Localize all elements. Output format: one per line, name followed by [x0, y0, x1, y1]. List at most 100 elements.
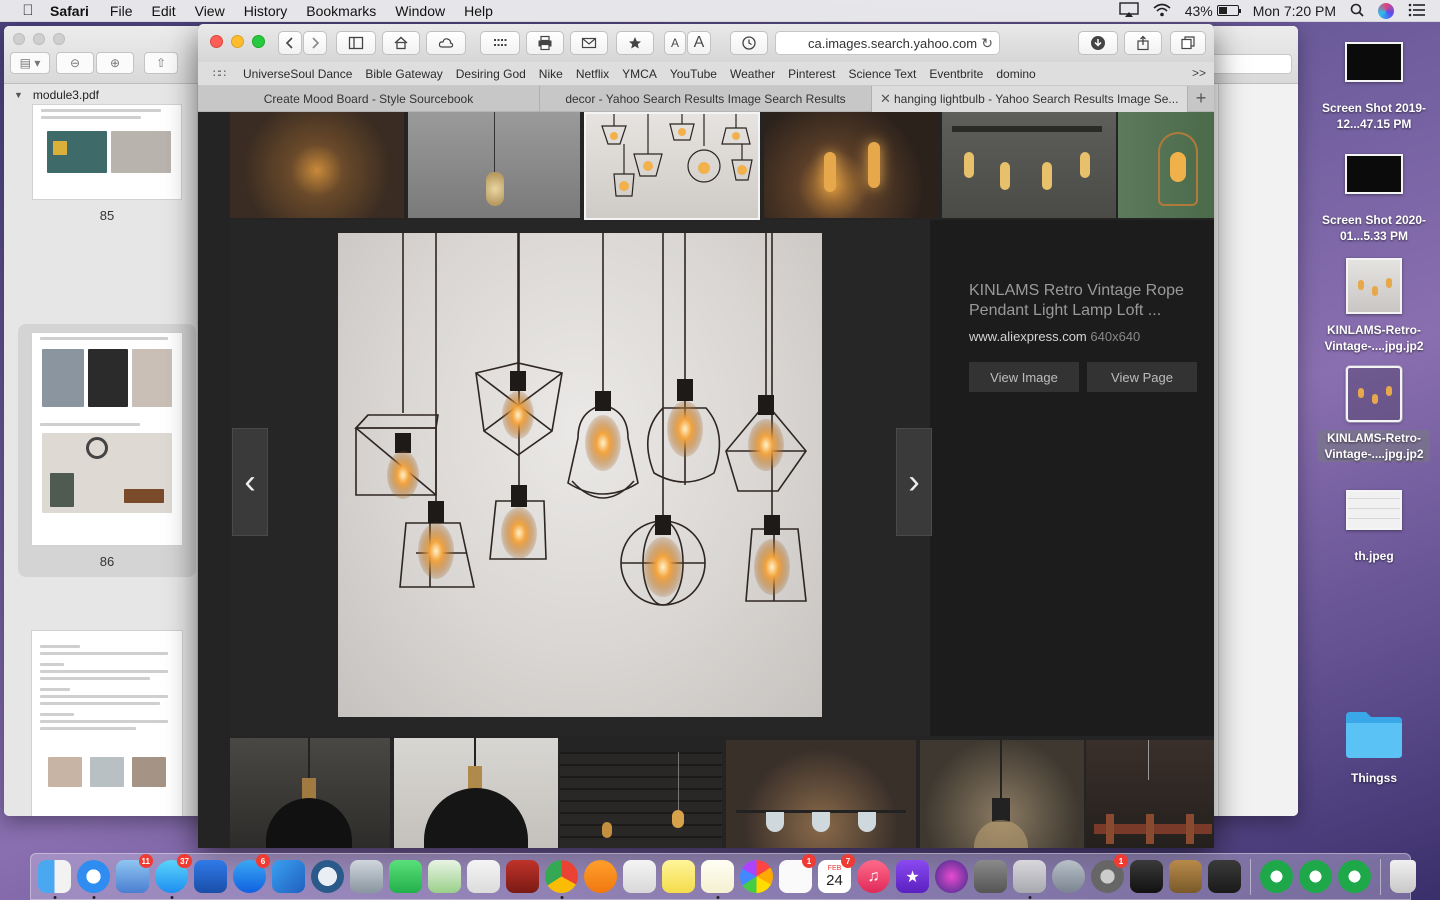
result-thumbnail[interactable] — [230, 738, 390, 848]
preview-close-button[interactable] — [13, 33, 25, 45]
airplay-icon[interactable] — [1119, 1, 1139, 21]
favorites-grid-icon[interactable]: ∷∷ — [213, 67, 229, 80]
contacts-icon[interactable] — [1169, 860, 1202, 893]
favorite-link[interactable]: Desiring God — [456, 67, 526, 81]
zoom-in-button[interactable]: ⊕ — [96, 52, 134, 74]
result-thumbnail[interactable] — [920, 740, 1084, 848]
top-sites-button[interactable] — [480, 31, 520, 55]
favorite-link[interactable]: Weather — [730, 67, 775, 81]
page-thumbnail-85[interactable]: 85 — [18, 104, 196, 223]
tab-overview-button[interactable] — [1170, 31, 1206, 55]
fullscreen-button[interactable] — [252, 35, 265, 48]
menu-file[interactable]: File — [110, 3, 133, 19]
menu-bookmarks[interactable]: Bookmarks — [306, 3, 376, 19]
favorite-link[interactable]: domino — [996, 67, 1035, 81]
chrome-icon[interactable] — [545, 860, 578, 899]
zoom-search-icon[interactable] — [1260, 860, 1293, 893]
pages-icon[interactable] — [623, 860, 656, 893]
reload-icon[interactable]: ↻ — [981, 35, 993, 52]
main-preview-image[interactable] — [338, 233, 822, 717]
document-title-row[interactable]: ▼ module3.pdf — [4, 84, 197, 106]
history-button[interactable] — [730, 31, 768, 55]
tab-mood-board[interactable]: Create Mood Board - Style Sourcebook — [198, 86, 540, 112]
print-button[interactable] — [526, 31, 564, 55]
menu-edit[interactable]: Edit — [151, 3, 175, 19]
result-thumbnail[interactable] — [394, 738, 558, 848]
desktop-file-screenshot-1[interactable]: Screen Shot 2019-12...47.15 PM — [1314, 42, 1434, 132]
safari-icon[interactable] — [77, 860, 110, 899]
preview-zoom-button[interactable] — [53, 33, 65, 45]
preview-search-field[interactable] — [1202, 54, 1292, 74]
mail-page-button[interactable] — [570, 31, 608, 55]
preview-minimize-button[interactable] — [33, 33, 45, 45]
image-title[interactable]: KINLAMS Retro Vintage Rope Pendant Light… — [969, 281, 1209, 321]
image-capture-icon[interactable] — [350, 860, 383, 893]
keynote-icon[interactable] — [194, 860, 227, 893]
new-tab-button[interactable]: + — [1188, 86, 1214, 111]
bookmark-star-button[interactable] — [616, 31, 654, 55]
music-icon[interactable]: ♫ — [857, 860, 890, 893]
source-site[interactable]: www.aliexpress.com — [969, 329, 1087, 344]
result-thumbnail[interactable] — [560, 752, 722, 848]
spotlight-icon[interactable] — [1350, 3, 1364, 20]
numbers-icon[interactable] — [467, 860, 500, 893]
desktop-file-kinlams-2[interactable]: KINLAMS-Retro-Vintage-....jpg.jp2 — [1314, 365, 1434, 462]
zoom-out-button[interactable]: ⊖ — [56, 52, 94, 74]
desktop-file-th-jpeg[interactable]: th.jpeg — [1314, 490, 1434, 564]
zoom-search-icon[interactable] — [1299, 860, 1332, 893]
page-thumbnail-86[interactable]: 86 — [18, 324, 196, 577]
notification-center-icon[interactable] — [1408, 3, 1426, 20]
menu-window[interactable]: Window — [395, 3, 445, 19]
disclosure-triangle-icon[interactable]: ▼ — [14, 90, 23, 100]
stickies-icon[interactable] — [662, 860, 695, 893]
clock[interactable]: Mon 7:20 PM — [1253, 3, 1336, 19]
close-tab-icon[interactable]: ✕ — [880, 91, 891, 107]
facetime-icon[interactable] — [389, 860, 422, 893]
result-thumbnail[interactable] — [764, 112, 938, 218]
next-image-button[interactable]: › — [896, 428, 932, 536]
imovie-icon[interactable]: ★ — [896, 860, 929, 893]
menu-history[interactable]: History — [244, 3, 288, 19]
view-image-button[interactable]: View Image — [969, 362, 1079, 392]
preview-share-button[interactable]: ⇧ — [144, 52, 178, 74]
close-button[interactable] — [210, 35, 223, 48]
text-smaller-button[interactable]: A — [664, 31, 686, 55]
result-thumbnail[interactable] — [408, 112, 580, 218]
menu-help[interactable]: Help — [464, 3, 493, 19]
favorite-link[interactable]: YouTube — [670, 67, 717, 81]
result-thumbnail-selected[interactable] — [584, 112, 760, 220]
books-icon[interactable] — [584, 860, 617, 893]
zoom-search-icon[interactable] — [1338, 860, 1371, 893]
siri-icon[interactable] — [1378, 3, 1394, 19]
favorite-link[interactable]: Nike — [539, 67, 563, 81]
garageband-icon[interactable] — [1208, 860, 1241, 893]
mail-icon[interactable]: 11 — [116, 854, 153, 893]
calendar-icon[interactable]: FEB 24 7 — [818, 854, 855, 893]
preview-app-icon[interactable] — [1013, 860, 1046, 899]
favorite-link[interactable]: Netflix — [576, 67, 609, 81]
quicktime-icon[interactable] — [311, 860, 344, 893]
page-thumbnail-87[interactable] — [18, 630, 196, 816]
app-store-icon[interactable]: 6 — [233, 854, 270, 893]
share-button[interactable] — [1124, 31, 1162, 55]
desktop-folder-thingss[interactable]: Thingss — [1314, 708, 1434, 786]
photo-booth-icon[interactable] — [506, 860, 539, 893]
address-bar[interactable]: ca.images.search.yahoo.com ↻ — [775, 31, 1000, 55]
result-thumbnail[interactable] — [1086, 740, 1214, 848]
reminders-icon[interactable]: 1 — [779, 854, 816, 893]
sidebar-button[interactable] — [336, 31, 376, 55]
calculator-icon[interactable] — [974, 860, 1007, 893]
previous-image-button[interactable]: ‹ — [232, 428, 268, 536]
back-button[interactable] — [278, 31, 302, 55]
siri-dock-icon[interactable] — [935, 860, 968, 893]
text-bigger-button[interactable]: A — [687, 31, 711, 55]
favorite-link[interactable]: Pinterest — [788, 67, 835, 81]
desktop-file-screenshot-2[interactable]: Screen Shot 2020-01...5.33 PM — [1314, 154, 1434, 244]
apple-menu-icon[interactable]:  — [18, 2, 38, 19]
result-thumbnail[interactable] — [942, 112, 1116, 218]
icloud-button[interactable] — [426, 31, 466, 55]
photo-app-icon[interactable] — [1130, 860, 1163, 893]
finder-icon[interactable] — [38, 860, 71, 899]
favorite-link[interactable]: YMCA — [622, 67, 657, 81]
tab-decor-search[interactable]: decor - Yahoo Search Results Image Searc… — [540, 86, 872, 112]
